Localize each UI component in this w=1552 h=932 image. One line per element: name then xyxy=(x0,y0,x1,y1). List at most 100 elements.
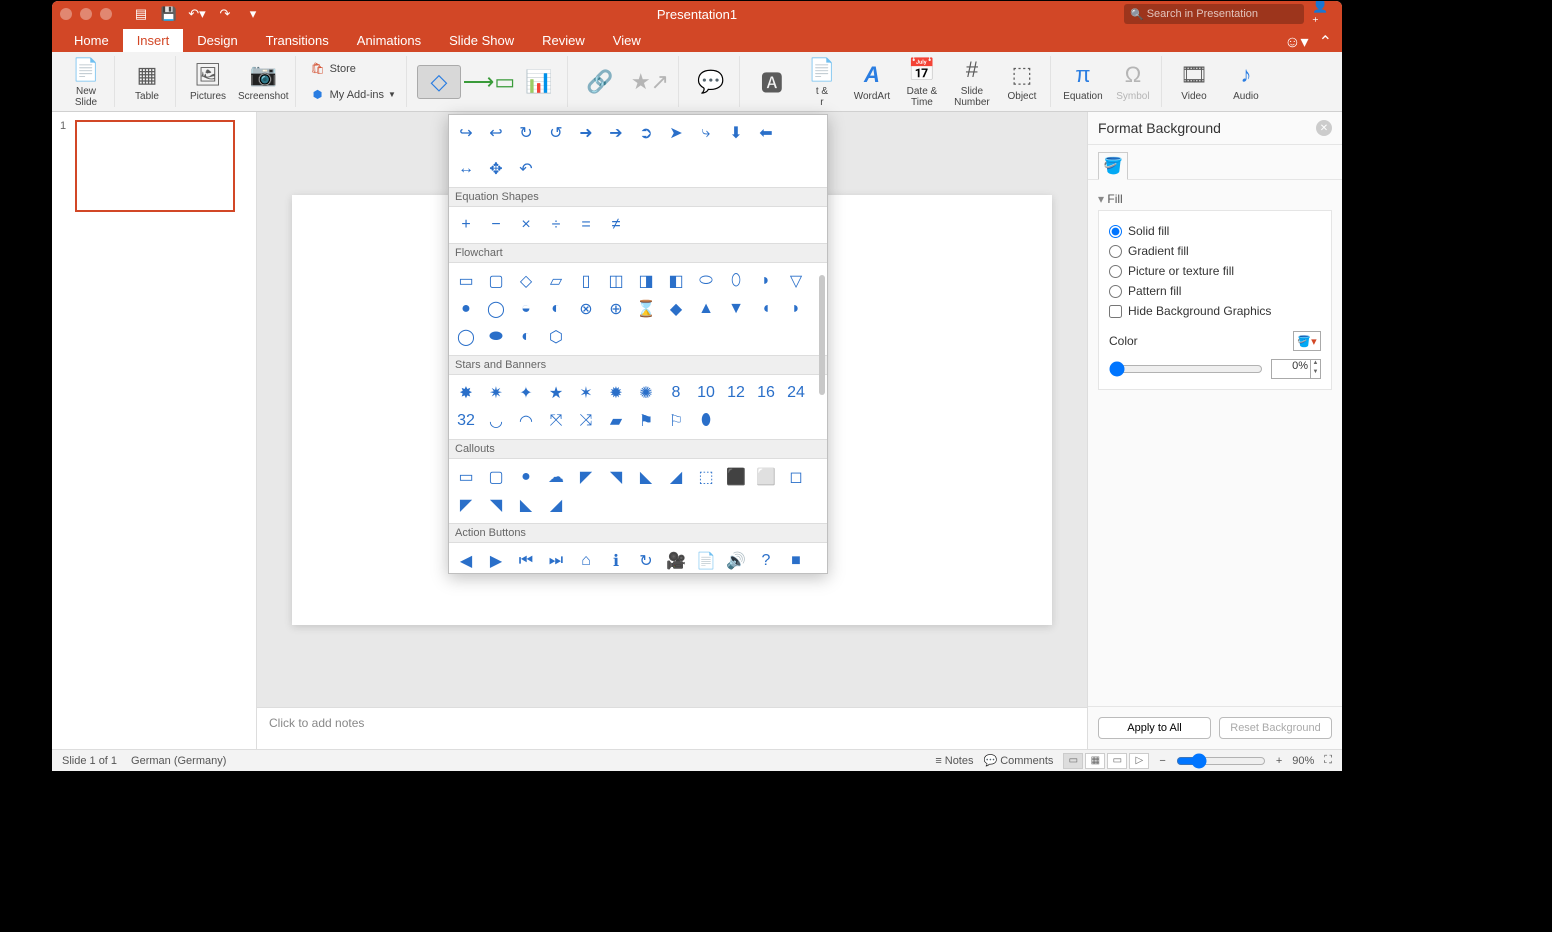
shape-item[interactable]: − xyxy=(481,211,511,239)
shape-item[interactable]: ✷ xyxy=(481,379,511,407)
qat-customize-icon[interactable]: ▾ xyxy=(242,3,264,25)
shape-item[interactable]: ↩ xyxy=(481,119,511,147)
header-footer-button[interactable]: 📄 t & r xyxy=(800,56,844,108)
shapes-button[interactable]: ◇ xyxy=(417,65,461,99)
shape-item[interactable]: ◻ xyxy=(781,463,811,491)
audio-button[interactable]: ♪ Audio xyxy=(1224,61,1268,102)
shape-item[interactable]: ◣ xyxy=(511,491,541,519)
shape-item[interactable]: ➜ xyxy=(571,119,601,147)
shape-item[interactable]: ◤ xyxy=(451,491,481,519)
transparency-stepper[interactable]: ▲▼ xyxy=(1310,360,1320,378)
shapes-dropdown[interactable]: ↪↩↻↺➜➔➲➤⤷⬇⬅↔✥↶Equation Shapes+−×÷=≠Flowc… xyxy=(448,114,828,574)
shape-item[interactable]: ↻ xyxy=(511,119,541,147)
shape-item[interactable]: ⬬ xyxy=(481,323,511,351)
equation-button[interactable]: π Equation xyxy=(1061,61,1105,102)
shape-item[interactable]: ⊕ xyxy=(601,295,631,323)
shape-item[interactable]: ⬛ xyxy=(721,463,751,491)
textbox-button[interactable]: 🅰 xyxy=(750,68,794,96)
shape-item[interactable]: ◢ xyxy=(541,491,571,519)
shape-item[interactable]: ↔ xyxy=(451,155,481,183)
slide-thumbnail-1[interactable] xyxy=(75,120,235,212)
slide-thumbnail-panel[interactable]: 1 xyxy=(52,112,257,749)
shape-item[interactable]: ⌂ xyxy=(571,547,601,573)
shape-item[interactable]: ⬯ xyxy=(721,267,751,295)
shape-item[interactable]: ✹ xyxy=(601,379,631,407)
shape-item[interactable]: ▯ xyxy=(571,267,601,295)
shape-item[interactable]: ↪ xyxy=(451,119,481,147)
shape-item[interactable]: × xyxy=(511,211,541,239)
shape-item[interactable]: ◖ xyxy=(751,295,781,323)
shape-item[interactable]: ➲ xyxy=(631,119,661,147)
shape-item[interactable]: ≠ xyxy=(601,211,631,239)
shape-item[interactable]: ◠ xyxy=(511,407,541,435)
slide-number-button[interactable]: # Slide Number xyxy=(950,56,994,108)
shape-item[interactable]: ↻ xyxy=(631,547,661,573)
shape-item[interactable]: ⬚ xyxy=(691,463,721,491)
shape-item[interactable]: ◒ xyxy=(511,295,541,323)
comment-button[interactable]: 💬 xyxy=(689,68,733,96)
shape-item[interactable]: ▽ xyxy=(781,267,811,295)
shape-item[interactable]: 🎥 xyxy=(661,547,691,573)
shape-item[interactable]: ◀ xyxy=(451,547,481,573)
language-indicator[interactable]: German (Germany) xyxy=(131,755,226,767)
date-time-button[interactable]: 📅 Date & Time xyxy=(900,56,944,108)
shape-item[interactable]: ◆ xyxy=(661,295,691,323)
shape-item[interactable]: 📄 xyxy=(691,547,721,573)
shape-item[interactable]: ☁ xyxy=(541,463,571,491)
shape-item[interactable]: 32 xyxy=(451,407,481,435)
shape-item[interactable]: 12 xyxy=(721,379,751,407)
wordart-button[interactable]: A WordArt xyxy=(850,61,894,102)
shape-item[interactable]: ⬮ xyxy=(691,407,721,435)
shape-item[interactable]: 10 xyxy=(691,379,721,407)
close-pane-icon[interactable]: ✕ xyxy=(1316,120,1332,136)
transparency-slider[interactable] xyxy=(1109,361,1263,377)
action-button[interactable]: ★↗ xyxy=(628,68,672,96)
zoom-level[interactable]: 90% xyxy=(1292,755,1314,767)
zoom-slider[interactable] xyxy=(1176,753,1266,769)
shape-item[interactable]: ◐ xyxy=(541,295,571,323)
shape-item[interactable]: ▼ xyxy=(721,295,751,323)
shape-item[interactable]: ▭ xyxy=(451,267,481,295)
tab-slideshow[interactable]: Slide Show xyxy=(435,29,528,52)
comments-toggle[interactable]: 💬Comments xyxy=(984,754,1054,767)
search-input[interactable] xyxy=(1147,8,1298,20)
shape-item[interactable]: ⏮ xyxy=(511,547,541,573)
tab-view[interactable]: View xyxy=(599,29,655,52)
zoom-out-icon[interactable]: − xyxy=(1159,755,1165,767)
collapse-ribbon-icon[interactable]: ⌃ xyxy=(1319,32,1332,52)
shape-item[interactable]: ➤ xyxy=(661,119,691,147)
tab-home[interactable]: Home xyxy=(60,29,123,52)
reset-background-button[interactable]: Reset Background xyxy=(1219,717,1332,739)
save-icon[interactable]: 💾 xyxy=(158,3,180,25)
undo-icon[interactable]: ↶▾ xyxy=(186,3,208,25)
shape-item[interactable]: ⬡ xyxy=(541,323,571,351)
shape-item[interactable]: ✶ xyxy=(571,379,601,407)
shape-item[interactable]: ⬅ xyxy=(751,119,781,147)
shape-item[interactable]: ■ xyxy=(781,547,811,573)
chart-button[interactable]: 📊 xyxy=(517,68,561,96)
redo-icon[interactable]: ↷ xyxy=(214,3,236,25)
shape-item[interactable]: ◯ xyxy=(451,323,481,351)
tab-review[interactable]: Review xyxy=(528,29,599,52)
tab-design[interactable]: Design xyxy=(183,29,251,52)
shape-item[interactable]: ⬇ xyxy=(721,119,751,147)
video-button[interactable]: 🎞 Video xyxy=(1172,61,1216,102)
link-button[interactable]: 🔗 xyxy=(578,68,622,96)
tab-transitions[interactable]: Transitions xyxy=(252,29,343,52)
slide-counter[interactable]: Slide 1 of 1 xyxy=(62,755,117,767)
shape-item[interactable]: ★ xyxy=(541,379,571,407)
table-button[interactable]: ▦ Table xyxy=(125,61,169,102)
minimize-window-icon[interactable] xyxy=(80,8,92,20)
close-window-icon[interactable] xyxy=(60,8,72,20)
shape-item[interactable]: ◧ xyxy=(661,267,691,295)
pattern-fill-radio[interactable]: Pattern fill xyxy=(1109,281,1321,301)
shape-item[interactable]: ◣ xyxy=(631,463,661,491)
zoom-in-icon[interactable]: + xyxy=(1276,755,1282,767)
smartart-button[interactable]: ⟶▭ xyxy=(467,68,511,96)
shape-item[interactable]: ● xyxy=(451,295,481,323)
notes-toggle[interactable]: ≡Notes xyxy=(935,755,973,767)
shape-item[interactable]: ⚐ xyxy=(661,407,691,435)
shape-item[interactable]: ✸ xyxy=(451,379,481,407)
shape-item[interactable]: ℹ xyxy=(601,547,631,573)
reading-view-icon[interactable]: ▭ xyxy=(1107,753,1127,769)
